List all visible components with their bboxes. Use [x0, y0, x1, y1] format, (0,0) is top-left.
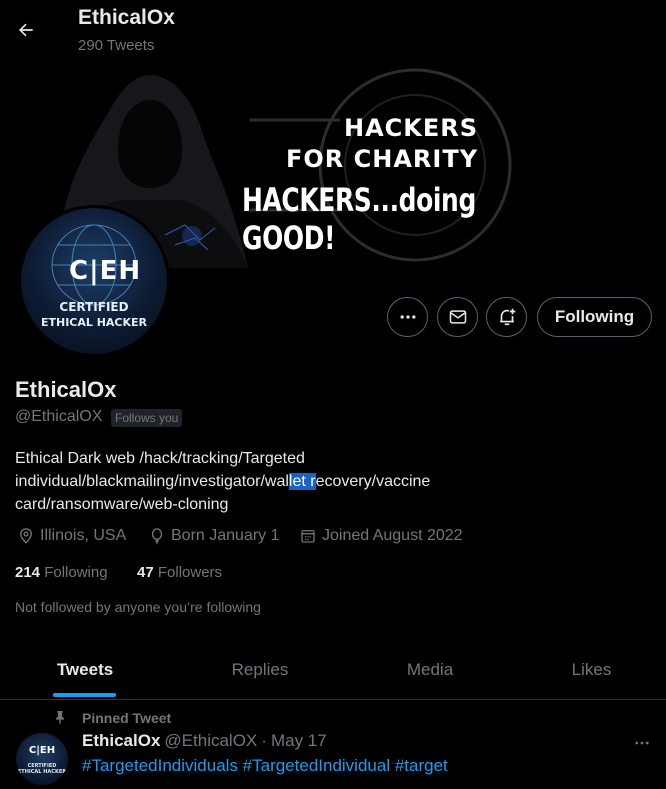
top-bar: EthicalOx 290 Tweets: [0, 0, 666, 64]
bio-line-2-start: individual/blackmailing/investigator/wal: [15, 473, 289, 490]
bio-line-1: Ethical Dark web /hack/tracking/Targeted: [15, 450, 305, 467]
tweet-author-handle[interactable]: @EthicalOX: [164, 731, 257, 751]
profile-location: Illinois, USA: [17, 527, 126, 545]
tweet-more-button[interactable]: [630, 731, 654, 755]
tab-likes[interactable]: Likes: [515, 640, 666, 699]
bio-line-2: individual/blackmailing/investigator/wal…: [15, 470, 635, 493]
envelope-icon: [449, 310, 466, 324]
following-stat-label: Following: [44, 564, 108, 581]
not-followed-note: Not followed by anyone you’re following: [15, 599, 261, 615]
more-options-button[interactable]: [387, 297, 428, 337]
following-stat[interactable]: 214 Following: [15, 564, 108, 581]
active-tab-indicator: [53, 693, 116, 697]
profile-tabs: Tweets Replies Media Likes: [0, 640, 666, 700]
notifications-button[interactable]: [486, 297, 527, 337]
banner-text-hackers: HACKERS: [344, 114, 479, 142]
avatar-cert-line2: ETHICAL HACKER: [40, 316, 148, 329]
tweet-avatar-badge: C|EH: [28, 745, 56, 756]
message-button[interactable]: [437, 297, 478, 337]
header-title: EthicalOx: [78, 6, 175, 29]
profile-joined: Joined August 2022: [299, 527, 463, 545]
tab-tweets[interactable]: Tweets: [0, 640, 170, 699]
more-horizontal-icon: [635, 741, 649, 745]
header-tweet-count: 290 Tweets: [78, 37, 155, 54]
profile-handle: @EthicalOX: [15, 408, 103, 425]
bio-line-3: card/ransomware/web-cloning: [15, 496, 229, 513]
profile-name: EthicalOx: [15, 377, 117, 402]
born-text: Born January 1: [171, 527, 280, 544]
back-button[interactable]: [10, 14, 42, 46]
bio-line-2-end: ecovery/vaccine: [315, 473, 431, 490]
following-count: 214: [15, 564, 41, 581]
tab-replies[interactable]: Replies: [175, 640, 345, 699]
tab-media[interactable]: Media: [345, 640, 515, 699]
followers-count: 47: [137, 564, 154, 581]
tweet-author-name[interactable]: EthicalOx: [82, 731, 160, 751]
profile-bio: Ethical Dark web /hack/tracking/Targeted…: [15, 447, 635, 516]
pin-icon: [56, 711, 64, 724]
calendar-icon: [301, 530, 315, 543]
followers-stat[interactable]: 47 Followers: [137, 564, 222, 581]
joined-text: Joined August 2022: [322, 527, 463, 544]
balloon-icon: [151, 528, 163, 545]
followers-stat-label: Followers: [157, 564, 223, 581]
arrow-left-icon: [19, 23, 33, 37]
banner-text-doing-good: HACKERS...doing GOOD!: [242, 181, 476, 257]
profile-birthday: Born January 1: [148, 527, 280, 545]
banner-text-for-charity: FOR CHARITY: [286, 145, 479, 173]
tweet-avatar-cert: CERTIFIED ETHICAL HACKER: [17, 763, 67, 775]
more-horizontal-icon: [400, 315, 415, 319]
tweet-separator: ·: [261, 731, 267, 750]
bio-selected-text: let r: [288, 473, 316, 490]
tweet-avatar[interactable]: C|EH CERTIFIED ETHICAL HACKER: [16, 733, 68, 785]
location-pin-icon: [20, 528, 32, 544]
tweet-header: EthicalOx @EthicalOX · May 17: [82, 731, 327, 751]
avatar-ceh-badge: C|EH: [69, 256, 142, 286]
following-button[interactable]: Following: [537, 297, 652, 337]
bell-plus-icon: [499, 308, 515, 326]
follows-you-badge: Follows you: [111, 409, 183, 427]
tweet-date[interactable]: May 17: [271, 731, 327, 751]
profile-avatar[interactable]: C|EH CERTIFIED ETHICAL HACKER: [18, 205, 170, 357]
pinned-tweet-label: Pinned Tweet: [82, 710, 172, 726]
location-text: Illinois, USA: [40, 527, 127, 544]
avatar-cert-line1: CERTIFIED: [59, 300, 129, 314]
tweet-text[interactable]: #TargetedIndividuals #TargetedIndividual…: [82, 756, 448, 776]
